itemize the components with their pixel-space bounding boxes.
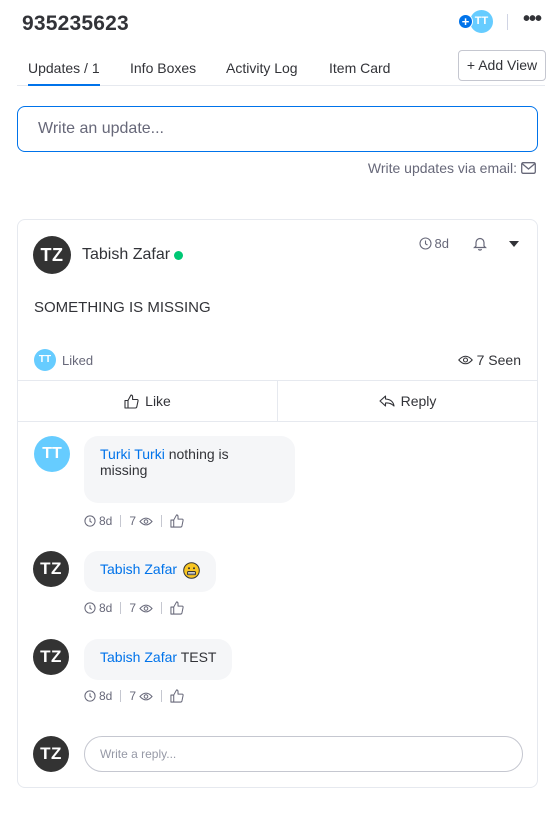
tab-info-boxes[interactable]: Info Boxes [130, 60, 196, 76]
thumbs-up-icon[interactable] [170, 514, 184, 528]
reply-views[interactable]: 7 [129, 514, 153, 528]
update-card: TZ Tabish Zafar 8d SOMETHING IS MISSING … [17, 219, 538, 788]
reply-views-value: 7 [129, 514, 137, 528]
tab-item-card[interactable]: Item Card [329, 60, 390, 76]
reply-time: 8d [84, 514, 112, 528]
write-update-input[interactable]: Write an update... [17, 106, 538, 152]
reply-meta: 8d 7 [84, 601, 184, 615]
reply-time-value: 8d [99, 601, 113, 615]
like-button[interactable]: Like [18, 381, 277, 421]
reply-views-value: 7 [129, 601, 137, 615]
caret-down-icon[interactable] [509, 240, 519, 247]
meta-separator [120, 515, 122, 527]
reply-bubble: Tabish Zafar [84, 551, 216, 592]
eye-icon [139, 692, 153, 701]
reply-time-value: 8d [99, 689, 113, 703]
eye-icon [457, 355, 473, 365]
reply-label: Reply [400, 393, 437, 409]
post-meta: 8d [418, 236, 519, 251]
post-time: 8d [418, 236, 449, 251]
reply-views[interactable]: 7 [129, 689, 153, 703]
reply-bubble: Turki Turki nothing is missing [84, 436, 295, 503]
reply-meta: 8d 7 [84, 514, 184, 528]
reply-avatar[interactable]: TZ [33, 639, 69, 675]
grimacing-emoji [183, 561, 200, 579]
reply-bubble: Tabish Zafar TEST [84, 639, 233, 680]
meta-separator [161, 690, 163, 702]
envelope-icon [521, 162, 536, 174]
reply-time-value: 8d [99, 514, 113, 528]
clock-icon [418, 237, 432, 250]
meta-separator [120, 690, 122, 702]
meta-separator [161, 602, 163, 614]
online-status-dot [174, 250, 184, 260]
post-body: SOMETHING IS MISSING [34, 299, 211, 316]
email-updates-link[interactable]: Write updates via email: [368, 160, 536, 176]
header-divider [507, 14, 508, 30]
clock-icon [84, 515, 96, 527]
reply-avatar[interactable]: TT [34, 436, 70, 472]
thumbs-up-icon[interactable] [170, 601, 184, 615]
liked-row: TT Liked [34, 349, 93, 371]
bell-icon[interactable] [473, 236, 487, 251]
post-author-name[interactable]: Tabish Zafar [82, 246, 170, 264]
subscribers-button[interactable]: + TT [458, 8, 495, 35]
seen-count[interactable]: 7 Seen [457, 352, 521, 368]
liked-label: Liked [62, 352, 94, 368]
reply-meta: 8d 7 [84, 689, 184, 703]
reply-views[interactable]: 7 [129, 601, 153, 615]
reply-arrow-icon [379, 395, 395, 407]
add-subscriber-icon: + [458, 14, 473, 29]
eye-icon [139, 517, 153, 526]
item-header: 935235623 + TT ••• [0, 0, 558, 50]
post-time-value: 8d [434, 236, 449, 251]
liked-by-avatar[interactable]: TT [34, 349, 56, 371]
write-reply-input[interactable]: Write a reply... [84, 736, 523, 772]
post-author-row: Tabish Zafar [82, 246, 184, 264]
tab-updates[interactable]: Updates / 1 [28, 60, 100, 86]
reply-button[interactable]: Reply [278, 381, 537, 421]
reply-text: TEST [180, 649, 217, 665]
like-label: Like [145, 393, 171, 409]
seen-label: 7 Seen [476, 352, 521, 368]
eye-icon [139, 604, 153, 613]
clock-icon [84, 602, 96, 614]
current-user-avatar: TZ [33, 736, 69, 772]
meta-separator [120, 602, 122, 614]
reply-avatar[interactable]: TZ [33, 551, 69, 587]
post-actions: Like Reply [18, 380, 537, 422]
add-view-button[interactable]: + Add View [458, 50, 546, 81]
item-title[interactable]: 935235623 [22, 12, 129, 36]
meta-separator [161, 515, 163, 527]
thumbs-up-icon[interactable] [170, 689, 184, 703]
more-actions-button[interactable]: ••• [520, 9, 544, 34]
clock-icon [84, 690, 96, 702]
reply-author[interactable]: Tabish Zafar [100, 561, 177, 577]
email-updates-label: Write updates via email: [367, 160, 517, 176]
reply-time: 8d [84, 689, 112, 703]
reply-author[interactable]: Tabish Zafar [100, 649, 177, 665]
author-avatar[interactable]: TZ [33, 236, 71, 274]
reply-time: 8d [84, 601, 112, 615]
reply-views-value: 7 [129, 689, 137, 703]
thumbs-up-icon [124, 393, 139, 409]
reply-author[interactable]: Turki Turki [100, 446, 165, 462]
tab-activity-log[interactable]: Activity Log [226, 60, 298, 76]
